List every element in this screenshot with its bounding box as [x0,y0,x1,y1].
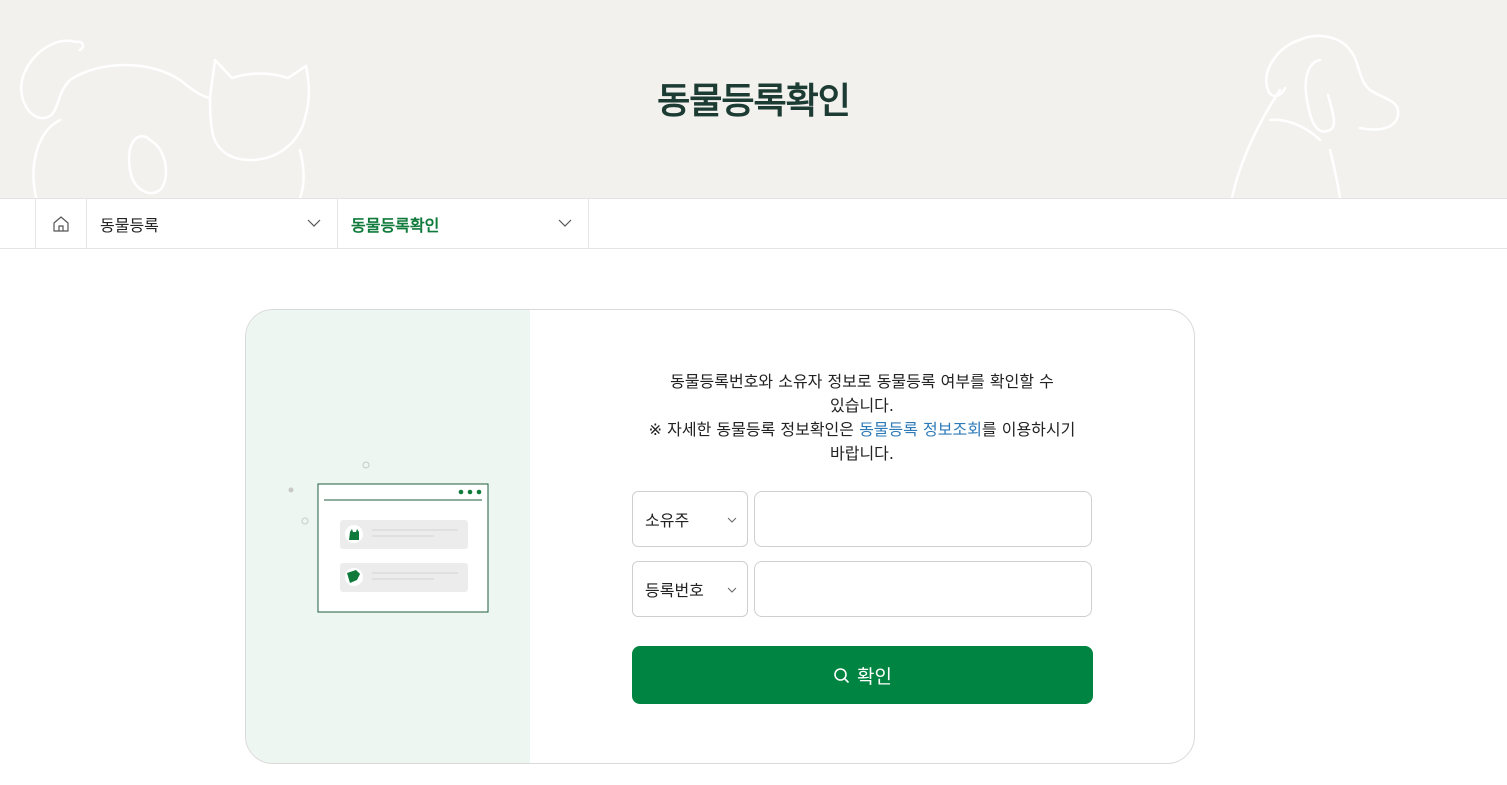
chevron-down-icon [558,219,572,227]
home-icon [53,215,69,232]
desc-line: 바랍니다. [830,444,894,463]
owner-field-row: 소유주 [632,491,1093,547]
illustration-panel [246,310,530,763]
chevron-down-icon [307,219,321,227]
browser-pets-illustration [288,461,489,613]
breadcrumb-select-level2[interactable]: 동물등록확인 [338,199,589,248]
desc-line: 있습니다. [830,396,894,415]
page-title: 동물등록확인 [657,81,851,122]
hero-banner: 동물등록확인 [0,0,1507,198]
breadcrumb-level2-label: 동물등록확인 [351,215,440,235]
registration-type-select-label: 등록번호 [645,581,704,600]
breadcrumb: 동물등록 동물등록확인 [0,198,1507,249]
breadcrumb-select-level1[interactable]: 동물등록 [87,199,338,248]
registration-field-row: 등록번호 [632,561,1093,617]
registration-type-select[interactable]: 등록번호 [632,561,748,617]
registration-number-input[interactable] [754,561,1092,617]
desc-prefix: ※ 자세한 동물등록 정보확인은 [648,420,860,439]
desc-line: ※ 자세한 동물등록 정보확인은 동물등록 정보조회를 이용하시기 [632,418,1092,442]
info-lookup-link[interactable]: 동물등록 정보조회 [859,420,982,439]
breadcrumb-level1-label: 동물등록 [100,215,159,235]
owner-type-select-label: 소유주 [645,511,690,530]
owner-type-select[interactable]: 소유주 [632,491,748,547]
search-icon [834,667,849,683]
desc-suffix: 를 이용하시기 [981,420,1076,439]
owner-name-input[interactable] [754,491,1092,547]
chevron-down-icon [727,517,737,523]
form-description: 동물등록번호와 소유자 정보로 동물등록 여부를 확인할 수 있습니다. ※ 자… [632,370,1092,466]
confirm-button[interactable]: 확인 [632,646,1093,704]
verification-card: 동물등록번호와 소유자 정보로 동물등록 여부를 확인할 수 있습니다. ※ 자… [245,309,1195,764]
desc-line: 동물등록번호와 소유자 정보로 동물등록 여부를 확인할 수 [670,372,1054,391]
breadcrumb-home[interactable] [35,199,87,248]
confirm-button-label: 확인 [857,665,892,688]
chevron-down-icon [727,587,737,593]
